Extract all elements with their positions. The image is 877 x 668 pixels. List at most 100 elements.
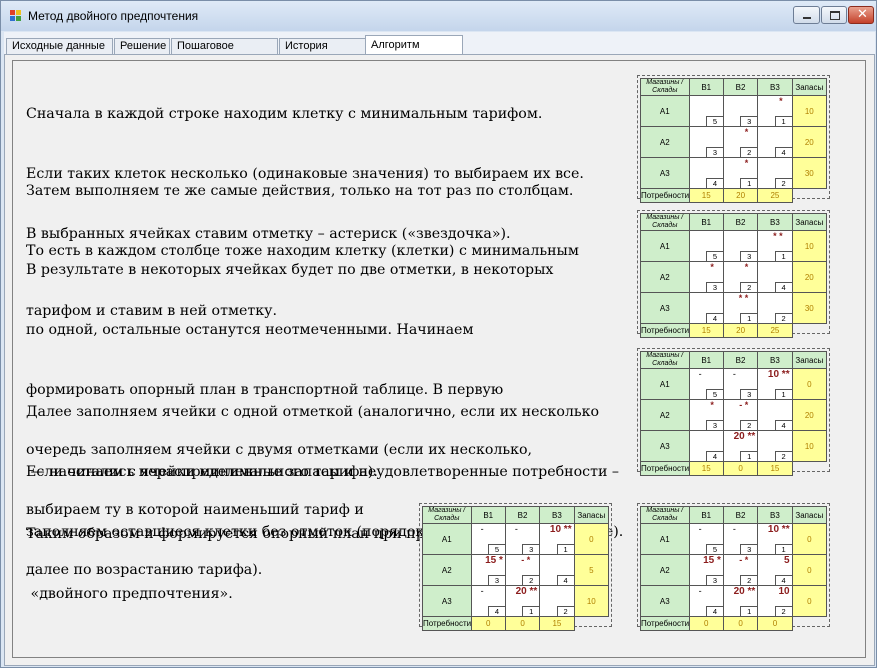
corner-header: Магазины / Склады [422, 506, 472, 524]
mark-asterisk: - [480, 586, 484, 597]
supply-header: Запасы [791, 506, 828, 524]
transport-cell: * 1 [757, 95, 793, 127]
mark-asterisk: - * [521, 555, 531, 566]
mark-asterisk: * * [773, 231, 783, 242]
tariff-value: 2 [740, 147, 757, 157]
demand-header: Потребности [422, 616, 472, 631]
tariff-value: 4 [774, 420, 792, 430]
tariff-value: 1 [774, 116, 792, 126]
tariff-value: 1 [740, 606, 757, 616]
demand-header: Потребности [640, 461, 690, 476]
mark-asterisk: - [514, 524, 518, 535]
tab-history[interactable]: История задачи [279, 38, 366, 67]
transport-cell: - * 2 [504, 554, 541, 586]
tariff-value: 4 [705, 606, 723, 616]
demand-value: 15 [688, 188, 724, 203]
transport-cell: * 2 [722, 126, 759, 158]
tariff-value: 1 [556, 544, 574, 554]
maximize-button[interactable] [821, 6, 847, 24]
column-header: B1 [688, 213, 724, 231]
column-header: B2 [504, 506, 541, 524]
transport-cell: 15 * 3 [470, 554, 506, 586]
tab-source-data[interactable]: Исходные данные [6, 38, 113, 54]
demand-value: 0 [722, 616, 759, 631]
tariff-value: 2 [774, 178, 792, 188]
supply-header: Запасы [791, 78, 828, 96]
corner-header: Магазины / Склады [640, 213, 690, 231]
supply-value: 0 [791, 554, 828, 586]
transport-cell: 5 [688, 230, 724, 262]
transport-cell: 2 [757, 157, 793, 189]
app-window: Метод двойного предпочтения ✕ Исходные д… [0, 0, 877, 668]
tariff-value: 3 [740, 116, 757, 126]
demand-value: 0 [504, 616, 541, 631]
mark-asterisk: * [744, 158, 749, 169]
column-header: B3 [757, 506, 793, 524]
tariff-value: 2 [556, 606, 574, 616]
text-line: Затем выполняем те же самые действия, то… [26, 183, 574, 199]
row-header: A3 [640, 430, 690, 462]
text-line: по одной, остальные останутся неотмеченн… [26, 322, 474, 338]
corner-label: Магазины / [646, 214, 684, 222]
transport-cell: 2 [757, 430, 793, 462]
transport-cell: * 3 [688, 261, 724, 293]
minimize-icon [803, 17, 811, 19]
column-header: B3 [757, 78, 793, 96]
mark-asterisk: - [480, 524, 484, 535]
supply-value: 5 [573, 554, 610, 586]
app-icon [10, 10, 23, 22]
empty-cell [792, 462, 826, 476]
tariff-value: 5 [705, 389, 723, 399]
corner-label: Склады [652, 87, 678, 94]
allocation-value: 15 * [485, 555, 503, 567]
transport-cell: - * 2 [722, 399, 759, 431]
supply-header: Запасы [791, 351, 828, 369]
allocation-value: 10 [778, 586, 790, 598]
mark-asterisk: * * [738, 293, 749, 304]
mark-asterisk: * [710, 400, 714, 411]
transport-cell: 4 [688, 157, 724, 189]
transport-cell: 4 [688, 292, 724, 324]
row-header: A1 [640, 523, 690, 555]
tariff-value: 1 [774, 389, 792, 399]
tariff-value: 2 [774, 313, 792, 323]
column-header: B3 [757, 213, 793, 231]
close-button[interactable]: ✕ [848, 6, 874, 24]
text-line: Если остались нераспределенные запасы и … [26, 464, 620, 480]
supply-value: 0 [791, 368, 828, 400]
transport-cell: * * 1 [757, 230, 793, 262]
tariff-value: 3 [705, 420, 723, 430]
allocation-value: 10 ** [767, 369, 790, 381]
tariff-value: 5 [487, 544, 505, 554]
mark-asterisk: * [744, 127, 749, 138]
tariff-value: 2 [522, 575, 539, 585]
column-header: B2 [722, 506, 759, 524]
tab-solution[interactable]: Решение [114, 38, 170, 54]
mark-asterisk: - * [739, 555, 749, 566]
transport-cell: -4 [688, 585, 724, 617]
demand-value: 15 [688, 461, 724, 476]
tab-step-solution[interactable]: Пошаговое решение [171, 38, 278, 67]
empty-cell [574, 617, 608, 631]
corner-label: Склады [652, 360, 678, 367]
tab-algorithm[interactable]: Алгоритм метода [365, 35, 463, 69]
transport-cell: -3 [722, 523, 759, 555]
mark-asterisk: * [779, 96, 783, 107]
minimize-button[interactable] [793, 6, 820, 24]
tariff-value: 1 [740, 178, 757, 188]
mark-asterisk: - [698, 524, 702, 535]
text-line: Далее заполняем ячейки с одной отметкой … [26, 404, 600, 420]
transport-table: Магазины / Склады B1 B2 B3 Запасы A1-5-3 10 ** 1… [640, 351, 828, 476]
supply-value: 10 [791, 430, 828, 462]
transport-cell: -3 [504, 523, 541, 555]
empty-cell [792, 324, 826, 338]
transport-cell: 4 [757, 261, 793, 293]
transport-cell: 4 [539, 554, 575, 586]
row-header: A2 [640, 261, 690, 293]
mark-asterisk: - [732, 369, 736, 380]
tariff-value: 3 [740, 389, 757, 399]
mark-asterisk: - [698, 586, 702, 597]
supply-value: 30 [791, 157, 828, 189]
transport-table: Магазины / Склады B1 B2 B3 Запасы A1-5-3 10 ** 1… [640, 506, 828, 631]
maximize-icon [830, 11, 840, 20]
